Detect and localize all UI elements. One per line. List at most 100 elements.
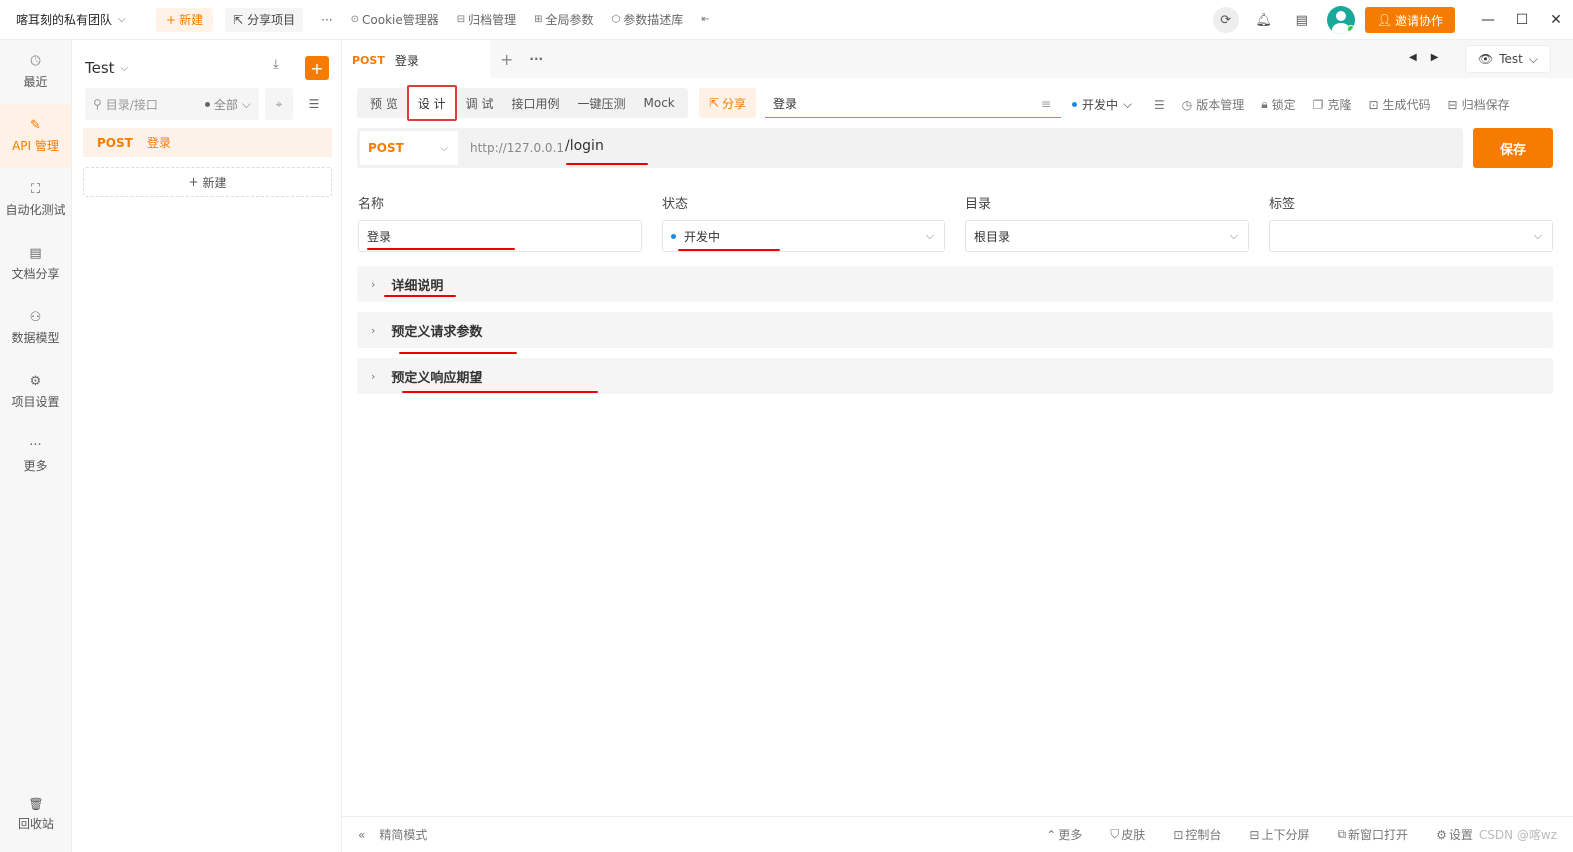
filter-dropdown[interactable]: 全部 ⌵ [204, 96, 251, 113]
bottom-label: 皮肤 [1121, 828, 1146, 842]
split-icon: ⊟ [1249, 827, 1260, 842]
status-select[interactable]: 开发中 ⌵ [662, 220, 945, 252]
tab-login[interactable]: POST 登录 [342, 40, 490, 78]
api-edit-icon: ✎ [30, 118, 41, 133]
clone-button[interactable]: ❐ 克隆 [1313, 96, 1352, 113]
nav-item-more[interactable]: ··· 更多 [0, 424, 71, 488]
nav-item-trash[interactable]: 🗑︎ 回收站 [0, 786, 72, 842]
environment-select[interactable]: 👁︎ Test ⌵ [1465, 45, 1551, 73]
cookie-manager-link[interactable]: ⊙ Cookie管理器 [351, 11, 439, 28]
online-status-dot [1346, 25, 1355, 33]
section-details[interactable]: › 详细说明 [357, 266, 1553, 302]
name-field-label: 名称 [358, 197, 385, 212]
tab-stress-test[interactable]: 一键压测 [569, 90, 635, 116]
invite-button[interactable]: 👤︎ 邀请协作 [1364, 7, 1455, 33]
share-project-button[interactable]: ⇱ 分享项目 [225, 7, 304, 32]
new-button-label: 新建 [179, 13, 204, 27]
status-dropdown-small[interactable]: 开发中 ⌵ [1072, 96, 1132, 113]
api-name-input[interactable]: 登录 ≡ [765, 90, 1061, 118]
method-select[interactable]: POST ⌵ [360, 131, 458, 165]
nav-item-api[interactable]: ✎ API 管理 [0, 104, 71, 168]
chevron-down-icon: ⌵ [1533, 229, 1542, 242]
annotation-underline [367, 248, 515, 250]
new-tab-button[interactable]: + [500, 50, 513, 69]
outline-button[interactable]: ☰ [1154, 98, 1165, 112]
new-button[interactable]: + 新建 [156, 7, 214, 32]
save-button[interactable]: 保存 [1473, 128, 1553, 168]
bottom-label: 上下分屏 [1261, 828, 1310, 842]
section-response-expect[interactable]: › 预定义响应期望 [357, 358, 1553, 394]
simple-mode-toggle[interactable]: « 精简模式 [342, 826, 427, 843]
minimize-button[interactable]: — [1471, 0, 1505, 40]
notification-button[interactable]: 🔔︎ [1251, 7, 1277, 33]
notes-button[interactable]: ▤ [1289, 7, 1315, 33]
tab-design[interactable]: 设 计 [406, 85, 457, 121]
link-label: 归档管理 [468, 13, 517, 27]
bell-icon: 🔔︎ [1255, 12, 1272, 28]
nav-item-automation[interactable]: ⛶ 自动化测试 [0, 168, 71, 232]
tab-preview[interactable]: 预 览 [361, 90, 407, 116]
tag-select[interactable]: ⌵ [1269, 220, 1553, 252]
bottom-new-window[interactable]: ⧉ 新窗口打开 [1337, 826, 1408, 843]
tab-mock[interactable]: Mock [635, 90, 684, 116]
team-switcher[interactable]: 喀耳刻的私有团队 ⌵ [0, 11, 150, 28]
sort-button[interactable]: ☰ [300, 88, 328, 120]
chevron-down-icon[interactable]: ⌵ [121, 63, 129, 74]
nav-item-recent[interactable]: 🕓︎ 最近 [0, 40, 71, 104]
nav-item-project-settings[interactable]: ⚙ 项目设置 [0, 360, 71, 424]
next-tab-icon[interactable]: ▶ [1431, 52, 1439, 63]
outline-icon: ☰ [1154, 97, 1165, 112]
nav-item-data-model[interactable]: ⚇ 数据模型 [0, 296, 71, 360]
data-model-icon: ⚇ [29, 310, 42, 325]
annotation-underline [566, 163, 648, 165]
tree-new-label: 新建 [202, 175, 227, 190]
nav-label: 自动化测试 [5, 203, 66, 217]
sync-icon: ⟳ [1220, 12, 1232, 28]
lock-button[interactable]: 🔒︎ 锁定 [1261, 96, 1295, 113]
close-window-button[interactable]: ✕ [1539, 0, 1573, 40]
avatar[interactable] [1326, 6, 1355, 34]
chevron-down-icon: ⌵ [925, 229, 934, 242]
tab-cases[interactable]: 接口用例 [502, 90, 568, 116]
import-icon[interactable]: ⤓ [273, 57, 279, 72]
share-button[interactable]: ⇱ 分享 [699, 88, 757, 118]
tab-debug[interactable]: 调 试 [457, 90, 503, 116]
section-request-params[interactable]: › 预定义请求参数 [357, 312, 1553, 348]
collapse-toolbar-button[interactable]: ⇤ [701, 14, 709, 25]
bottom-split[interactable]: ⊟ 上下分屏 [1249, 826, 1309, 843]
edit-icon[interactable]: ≡ [1041, 97, 1051, 111]
archive-save-button[interactable]: ⊟ 归档保存 [1448, 96, 1510, 113]
prev-tab-icon[interactable]: ◀ [1409, 52, 1417, 63]
maximize-button[interactable]: ☐ [1505, 0, 1539, 40]
simple-mode-label: 精简模式 [379, 828, 428, 842]
tree-search-input[interactable]: ⚲ 目录/接口 全部 ⌵ [85, 88, 259, 120]
global-params-link[interactable]: ⊞ 全局参数 [534, 11, 593, 28]
param-desc-icon: ⬡ [611, 14, 621, 25]
chevron-down-icon: ⌵ [440, 142, 448, 154]
search-icon: ⚲ [93, 97, 102, 111]
status-field-label: 状态 [662, 197, 689, 212]
project-title[interactable]: Test [85, 59, 115, 77]
section-label: 详细说明 [391, 278, 444, 294]
archive-manager-link[interactable]: ⊟ 归档管理 [457, 11, 516, 28]
url-bar: POST ⌵ http://127.0.0.1 /login [357, 128, 1463, 168]
tab-more-button[interactable]: ··· [529, 52, 543, 66]
sync-button[interactable]: ⟳ [1212, 7, 1239, 33]
dir-select[interactable]: 根目录 ⌵ [965, 220, 1249, 252]
bottom-more[interactable]: ⌃ 更多 [1046, 826, 1082, 843]
bottom-settings[interactable]: ⚙ 设置 CSDN @喀wz [1436, 826, 1557, 843]
annotation-underline [399, 352, 517, 354]
tree-item-login[interactable]: POST 登录 [83, 128, 332, 157]
param-desc-link[interactable]: ⬡ 参数描述库 [612, 11, 684, 28]
top-more-button[interactable]: ··· [321, 13, 332, 27]
version-button[interactable]: ◷ 版本管理 [1182, 96, 1245, 113]
api-tree-panel: Test ⌵ ⤓ + ⚲ 目录/接口 全部 ⌵ ⌖ ☰ POST 登录 + 新建 [72, 40, 342, 852]
add-button[interactable]: + [305, 56, 329, 80]
locate-button[interactable]: ⌖ [265, 88, 293, 120]
bottom-skin[interactable]: ⛉ 皮肤 [1110, 826, 1145, 843]
bottom-console[interactable]: ⊡ 控制台 [1173, 826, 1221, 843]
generate-code-button[interactable]: ⊡ 生成代码 [1368, 96, 1430, 113]
path-input[interactable]: /login [565, 138, 604, 154]
tree-new-button[interactable]: + 新建 [83, 167, 332, 197]
nav-item-doc-share[interactable]: ▤ 文档分享 [0, 232, 71, 296]
